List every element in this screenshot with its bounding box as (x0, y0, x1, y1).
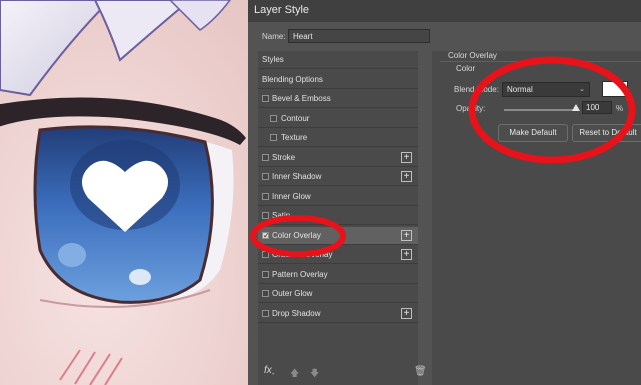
checkbox[interactable] (262, 95, 269, 102)
style-row-drop-shadow[interactable]: Drop Shadow + (258, 305, 418, 323)
style-row-label: Inner Shadow (272, 172, 322, 181)
artwork-canvas[interactable] (0, 0, 248, 385)
style-row-blending-options[interactable]: Blending Options (258, 71, 418, 89)
style-row-outer-glow[interactable]: Outer Glow (258, 285, 418, 303)
style-row-label: Gradient Overlay (272, 250, 333, 259)
add-instance-icon[interactable]: + (401, 229, 412, 241)
style-row-label: Color Overlay (272, 230, 321, 240)
checkbox[interactable]: ✓ (262, 230, 270, 240)
style-row-label: Stroke (272, 152, 296, 162)
panel-title: Color Overlay (448, 51, 497, 60)
chevron-down-icon: ⌄ (579, 86, 585, 93)
style-row-inner-glow[interactable]: Inner Glow (258, 188, 418, 206)
reset-to-default-button[interactable]: Reset to Default (572, 124, 641, 142)
color-overlay-panel: Color Overlay Color Blend Mode: Normal ⌄… (432, 51, 641, 385)
add-instance-icon[interactable]: + (401, 171, 412, 182)
checkbox[interactable] (262, 212, 269, 219)
layer-style-dialog: Layer Style Name: Heart Styles Blending O… (248, 0, 641, 385)
make-default-button[interactable]: Make Default (498, 124, 568, 142)
style-row-label: Drop Shadow (272, 308, 321, 318)
name-label: Name: (262, 32, 286, 41)
checkbox[interactable] (262, 309, 269, 317)
style-row-label: Texture (281, 133, 308, 142)
opacity-slider-thumb[interactable] (572, 104, 580, 111)
checkbox[interactable] (270, 134, 277, 141)
styles-list: Styles Blending Options Bevel & Emboss Cont… (258, 51, 418, 385)
overlay-color-swatch[interactable] (602, 81, 628, 97)
trash-icon[interactable]: 🗑 (414, 366, 427, 377)
layer-name-input[interactable]: Heart (288, 29, 430, 43)
style-row-texture[interactable]: Texture (258, 129, 418, 147)
styles-footer: fx- 🡅 🡇 🗑 (258, 362, 427, 382)
opacity-input[interactable]: 100 (582, 101, 612, 114)
style-row-gradient-overlay[interactable]: Gradient Overlay + (258, 246, 418, 264)
dialog-title: Layer Style (254, 4, 310, 16)
add-instance-icon[interactable]: + (401, 151, 412, 163)
opacity-slider-track[interactable] (504, 109, 576, 111)
style-row-label: Inner Glow (272, 191, 311, 201)
group-divider (440, 61, 641, 62)
dialog-titlebar[interactable]: Layer Style (248, 0, 641, 22)
style-row-label: Outer Glow (272, 289, 313, 298)
checkbox[interactable] (270, 114, 277, 122)
checkbox[interactable] (262, 153, 269, 161)
style-row-label: Satin (272, 211, 291, 220)
add-instance-icon[interactable]: + (401, 307, 412, 319)
style-row-color-overlay[interactable]: ✓ Color Overlay + (258, 226, 418, 245)
opacity-label: Opacity: (456, 104, 486, 113)
style-row-pattern-overlay[interactable]: Pattern Overlay (258, 266, 418, 284)
style-row-satin[interactable]: Satin (258, 207, 418, 225)
checkbox[interactable] (262, 173, 269, 180)
arrow-up-icon[interactable]: 🡅 (290, 366, 299, 382)
style-row-contour[interactable]: Contour (258, 110, 418, 128)
checkbox[interactable] (262, 251, 269, 258)
fx-button[interactable]: fx- (264, 365, 275, 378)
blend-mode-select[interactable]: Normal ⌄ (502, 82, 590, 97)
blend-mode-label: Blend Mode: (454, 85, 499, 94)
color-group-title: Color (456, 64, 476, 73)
style-row-label: Bevel & Emboss (272, 94, 331, 103)
checkbox[interactable] (262, 270, 269, 278)
style-row-label: Pattern Overlay (272, 269, 328, 279)
anime-eye-artwork (0, 0, 248, 385)
style-row-stroke[interactable]: Stroke + (258, 149, 418, 167)
style-row-styles[interactable]: Styles (258, 51, 418, 69)
checkbox[interactable] (262, 192, 269, 200)
blend-mode-value: Normal (507, 85, 533, 94)
arrow-down-icon[interactable]: 🡇 (310, 366, 319, 382)
style-row-label: Blending Options (262, 74, 323, 84)
style-row-label: Contour (281, 113, 310, 123)
style-row-label: Styles (262, 55, 284, 64)
style-row-bevel-emboss[interactable]: Bevel & Emboss (258, 90, 418, 108)
opacity-unit: % (616, 104, 624, 113)
checkbox[interactable] (262, 290, 269, 297)
add-instance-icon[interactable]: + (401, 249, 412, 260)
style-row-inner-shadow[interactable]: Inner Shadow + (258, 168, 418, 186)
checkmark-icon: ✓ (263, 230, 270, 240)
